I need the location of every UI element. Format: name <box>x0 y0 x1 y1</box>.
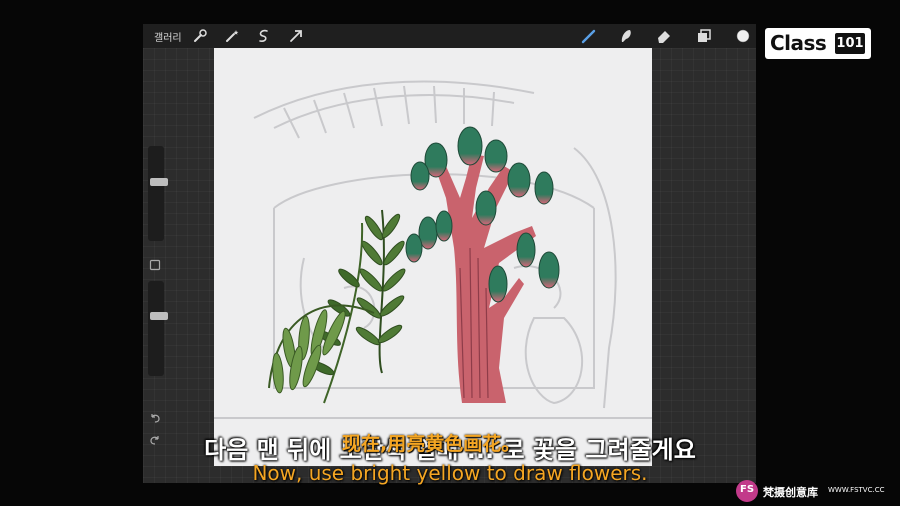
undo-icon[interactable] <box>149 412 161 424</box>
magic-wand-icon[interactable] <box>223 27 241 45</box>
wrench-icon[interactable] <box>191 27 209 45</box>
watermark-name: 梵摄创意库 <box>763 486 818 499</box>
watermark-badge-text: FS <box>740 484 755 495</box>
artwork-illustration <box>214 80 652 419</box>
opacity-thumb[interactable] <box>150 312 168 320</box>
logo-text: Class <box>770 31 827 55</box>
subtitle-chinese: 现在,用亮黄色画花。 <box>342 433 521 455</box>
layers-icon[interactable] <box>695 27 713 45</box>
left-sidebar <box>145 146 168 446</box>
brush-size-slider[interactable] <box>148 146 168 241</box>
brush-icon[interactable] <box>580 27 598 45</box>
color-swatch-icon[interactable] <box>734 27 752 45</box>
palm-frond <box>268 304 375 394</box>
watermark-badge: FS <box>736 480 758 502</box>
top-toolbar: 갤러리 <box>143 24 756 48</box>
smudge-icon[interactable] <box>617 27 635 45</box>
gallery-button[interactable]: 갤러리 <box>154 29 182 44</box>
brush-size-thumb[interactable] <box>150 178 168 186</box>
selection-icon[interactable] <box>255 27 273 45</box>
transform-arrow-icon[interactable] <box>287 27 305 45</box>
watermark-url: WWW.FSTVC.CC <box>828 486 885 494</box>
drawing-canvas[interactable] <box>214 48 652 466</box>
logo-number: 101 <box>835 33 865 54</box>
subtitle-english: Now, use bright yellow to draw flowers. <box>252 461 648 485</box>
class101-logo: Class 101 <box>765 28 871 59</box>
modify-button[interactable] <box>149 259 161 271</box>
eraser-icon[interactable] <box>655 27 673 45</box>
opacity-slider[interactable] <box>148 281 168 376</box>
